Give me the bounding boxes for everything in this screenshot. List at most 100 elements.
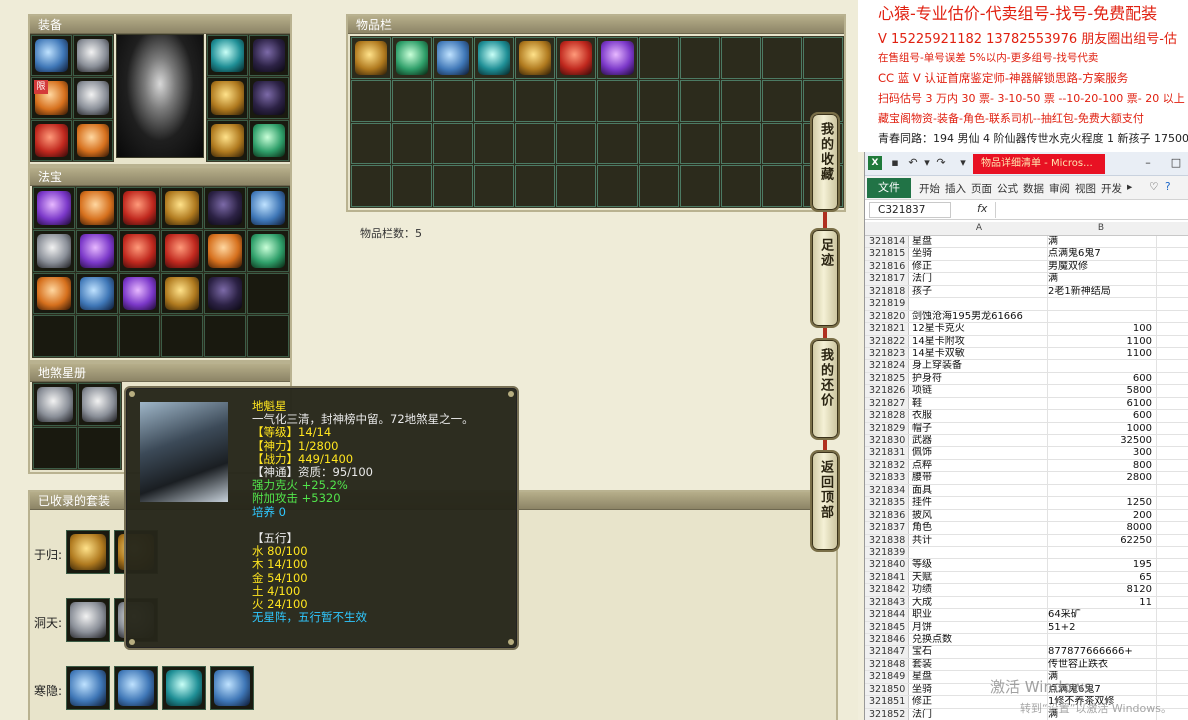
- cell-a[interactable]: 鞋: [912, 398, 1046, 410]
- row-number[interactable]: 321845: [865, 621, 909, 633]
- inventory-slot-empty[interactable]: [638, 165, 679, 207]
- ribbon-tab[interactable]: 开始: [919, 181, 940, 196]
- sheet-row[interactable]: 321843 大成 11: [865, 596, 1188, 610]
- cell-a[interactable]: 兑换点数: [912, 634, 1046, 646]
- fabao-slot[interactable]: [161, 272, 204, 315]
- cell-b[interactable]: 195: [1048, 559, 1154, 571]
- sheet-row[interactable]: 321844 职业 64采矿: [865, 609, 1188, 622]
- cell-a[interactable]: 武器: [912, 435, 1046, 447]
- cell-a[interactable]: 腰带: [912, 472, 1046, 484]
- inventory-slot-empty[interactable]: [392, 79, 433, 122]
- cell-b[interactable]: 200: [1048, 510, 1154, 522]
- cell-b[interactable]: 600: [1048, 373, 1154, 385]
- cell-a[interactable]: 天赋: [912, 572, 1046, 584]
- cell-b[interactable]: 8000: [1048, 522, 1154, 534]
- equip-slot[interactable]: [31, 119, 72, 161]
- suit-item[interactable]: [210, 666, 254, 710]
- fabao-slot[interactable]: [75, 272, 118, 315]
- disha-slot[interactable]: [77, 383, 121, 426]
- cell-b[interactable]: 600: [1048, 410, 1154, 422]
- row-number[interactable]: 321819: [865, 298, 909, 310]
- fabao-slot[interactable]: [33, 229, 75, 272]
- inventory-slot-empty[interactable]: [720, 37, 761, 79]
- cell-b[interactable]: 32500: [1048, 435, 1154, 447]
- fabao-slot-empty[interactable]: [247, 272, 289, 315]
- sheet-row[interactable]: 321848 套装 传世容止跌衣: [865, 658, 1188, 672]
- inventory-slot-empty[interactable]: [761, 37, 802, 79]
- row-number[interactable]: 321848: [865, 658, 909, 671]
- inventory-slot-empty[interactable]: [720, 79, 761, 122]
- inventory-slot-empty[interactable]: [761, 165, 802, 207]
- row-number[interactable]: 321815: [865, 248, 909, 260]
- inventory-slot-empty[interactable]: [638, 37, 679, 79]
- cell-a[interactable]: 护身符: [912, 373, 1046, 385]
- row-number[interactable]: 321832: [865, 459, 909, 472]
- cell-a[interactable]: 挂件: [912, 497, 1046, 509]
- fabao-slot[interactable]: [33, 272, 75, 315]
- ribbon-tab[interactable]: 审阅: [1049, 181, 1070, 196]
- column-header-b[interactable]: B: [1048, 223, 1154, 233]
- fabao-slot[interactable]: [161, 187, 204, 229]
- cell-a[interactable]: 12星卡克火: [912, 323, 1046, 335]
- fabao-slot[interactable]: [33, 187, 75, 229]
- row-number[interactable]: 321828: [865, 410, 909, 422]
- help-icon[interactable]: ?: [1165, 181, 1171, 193]
- inventory-slot-empty[interactable]: [802, 37, 843, 79]
- fabao-slot[interactable]: [161, 229, 204, 272]
- cell-a[interactable]: 孩子: [912, 286, 1046, 298]
- equip-slot[interactable]: [72, 77, 113, 119]
- ribbon-tab[interactable]: 数据: [1023, 181, 1044, 196]
- inventory-slot[interactable]: [474, 37, 515, 79]
- sheet-row[interactable]: 321835 挂件 1250: [865, 497, 1188, 510]
- fabao-slot-empty[interactable]: [247, 315, 289, 357]
- cell-b[interactable]: 62250: [1048, 535, 1154, 547]
- inventory-slot[interactable]: [351, 37, 392, 79]
- inventory-slot-empty[interactable]: [597, 122, 638, 165]
- fabao-slot-empty[interactable]: [33, 315, 75, 357]
- fabao-slot[interactable]: [247, 229, 289, 272]
- maximize-icon[interactable]: □: [1169, 156, 1183, 170]
- redo-icon[interactable]: ↷: [935, 157, 947, 169]
- row-number[interactable]: 321847: [865, 646, 909, 658]
- cell-a[interactable]: 佩饰: [912, 447, 1046, 459]
- suit-item[interactable]: [162, 666, 206, 710]
- fabao-slot[interactable]: [118, 272, 161, 315]
- cell-b[interactable]: 51+2: [1048, 622, 1154, 634]
- cell-a[interactable]: 法门: [912, 273, 1046, 285]
- sheet-row[interactable]: 321825 护身符 600: [865, 372, 1188, 386]
- row-number[interactable]: 321831: [865, 447, 909, 459]
- sheet-row[interactable]: 321820 剑蚀沧海195男龙61666: [865, 310, 1188, 324]
- fx-icon[interactable]: fx: [977, 202, 987, 215]
- cell-a[interactable]: 点粹: [912, 460, 1046, 472]
- row-number[interactable]: 321844: [865, 609, 909, 621]
- sheet-row[interactable]: 321831 佩饰 300: [865, 447, 1188, 460]
- sheet-row[interactable]: 321829 帽子 1000: [865, 422, 1188, 435]
- sheet-row[interactable]: 321817 法门满: [865, 273, 1188, 286]
- cell-a[interactable]: 剑蚀沧海195男龙61666: [912, 311, 1046, 323]
- sheet-row[interactable]: 321824 身上穿装备: [865, 360, 1188, 373]
- inventory-slot-empty[interactable]: [720, 122, 761, 165]
- row-number[interactable]: 321822: [865, 335, 909, 347]
- cell-b[interactable]: 2老1新神结局: [1048, 286, 1154, 298]
- inventory-slot-empty[interactable]: [474, 165, 515, 207]
- row-number[interactable]: 321837: [865, 522, 909, 534]
- sheet-row[interactable]: 321818 孩子 2老1新神结局: [865, 285, 1188, 299]
- suit-item[interactable]: [66, 598, 110, 642]
- equip-slot[interactable]: [72, 119, 113, 161]
- sheet-row[interactable]: 321841 天赋 65: [865, 571, 1188, 585]
- row-number[interactable]: 321840: [865, 559, 909, 571]
- minimize-icon[interactable]: –: [1141, 156, 1155, 170]
- sheet-row[interactable]: 321819: [865, 298, 1188, 311]
- cell-a[interactable]: 大成: [912, 597, 1046, 609]
- cell-b[interactable]: 2800: [1048, 472, 1154, 484]
- fabao-slot[interactable]: [204, 272, 247, 315]
- row-number[interactable]: 321821: [865, 323, 909, 335]
- cell-a[interactable]: 职业: [912, 609, 1046, 621]
- fabao-slot-empty[interactable]: [75, 315, 118, 357]
- equip-slot[interactable]: [207, 119, 248, 161]
- row-number[interactable]: 321824: [865, 360, 909, 372]
- disha-slot-empty[interactable]: [77, 426, 121, 469]
- inventory-slot-empty[interactable]: [351, 79, 392, 122]
- sheet-row[interactable]: 321838 共计 62250: [865, 534, 1188, 547]
- cell-b[interactable]: 877877666666+: [1048, 646, 1154, 658]
